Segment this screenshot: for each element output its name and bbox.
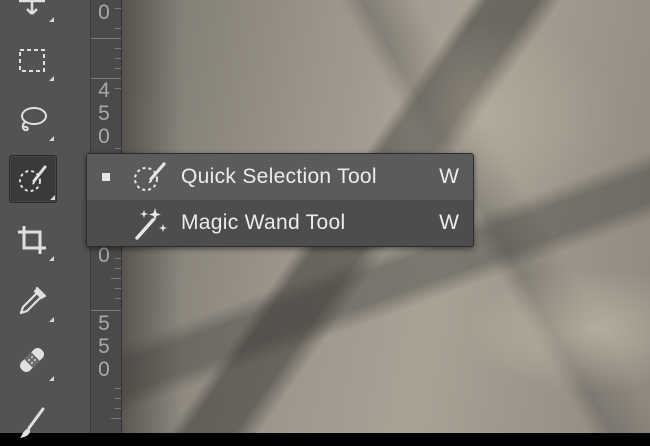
rectangular-marquee-tool-button[interactable] bbox=[9, 37, 55, 83]
lasso-tool-button[interactable] bbox=[9, 97, 55, 143]
ruler-digit: 0 bbox=[98, 244, 110, 267]
quick-selection-tool-button[interactable] bbox=[9, 155, 57, 203]
ruler-tick bbox=[111, 418, 121, 419]
ruler-tick bbox=[115, 298, 121, 299]
submenu-indicator bbox=[49, 17, 54, 22]
ruler-tick bbox=[91, 310, 121, 311]
bandage-icon bbox=[19, 347, 45, 373]
eyedropper-tool-button[interactable] bbox=[9, 278, 55, 324]
selection-tools-flyout-menu: Quick Selection Tool W Magic Wand Tool W bbox=[86, 153, 474, 247]
quick-selection-icon bbox=[134, 162, 166, 191]
ruler-tick bbox=[115, 58, 121, 59]
crop-icon bbox=[18, 226, 46, 254]
menu-item-quick-selection-tool[interactable]: Quick Selection Tool W bbox=[87, 154, 473, 200]
move-icon bbox=[19, 0, 45, 15]
quick-selection-icon bbox=[19, 165, 47, 192]
selected-indicator bbox=[102, 173, 110, 181]
magic-wand-icon bbox=[135, 208, 167, 240]
ruler-digit: 5 bbox=[98, 335, 110, 358]
ruler-tick bbox=[111, 278, 121, 279]
marquee-icon bbox=[19, 49, 45, 72]
submenu-indicator bbox=[49, 317, 54, 322]
submenu-indicator bbox=[49, 256, 54, 261]
ruler-digit: 0 bbox=[98, 358, 110, 381]
healing-brush-tool-button[interactable] bbox=[9, 337, 55, 383]
menu-item-label: Quick Selection Tool bbox=[181, 165, 377, 188]
ruler-digit: 0 bbox=[98, 125, 110, 148]
ruler-tick bbox=[115, 148, 121, 149]
menu-item-label: Magic Wand Tool bbox=[181, 211, 346, 234]
ruler-tick bbox=[91, 38, 121, 39]
ruler-tick bbox=[115, 48, 121, 49]
submenu-indicator bbox=[50, 195, 55, 200]
ruler-tick bbox=[115, 88, 121, 89]
brush-tool-button[interactable] bbox=[9, 400, 55, 446]
ruler-tick bbox=[115, 408, 121, 409]
crop-tool-button[interactable] bbox=[9, 217, 55, 263]
eyedropper-icon bbox=[19, 286, 47, 315]
submenu-indicator bbox=[49, 376, 54, 381]
menu-item-magic-wand-tool[interactable]: Magic Wand Tool W bbox=[87, 200, 473, 246]
ruler-tick bbox=[115, 288, 121, 289]
ruler-digit: 0 bbox=[98, 1, 110, 24]
lasso-icon bbox=[21, 107, 47, 132]
ruler-digit: 5 bbox=[98, 102, 110, 125]
ruler-tick bbox=[115, 398, 121, 399]
ruler-digit: 5 bbox=[98, 312, 110, 335]
submenu-indicator bbox=[49, 136, 54, 141]
ruler-tick bbox=[115, 8, 121, 9]
ruler-tick bbox=[115, 268, 121, 269]
submenu-indicator bbox=[49, 76, 54, 81]
ruler-tick bbox=[115, 68, 121, 69]
ruler-digit: 4 bbox=[98, 79, 110, 102]
menu-item-shortcut: W bbox=[439, 211, 459, 234]
brush-icon bbox=[20, 407, 45, 438]
move-tool-button[interactable] bbox=[9, 0, 55, 24]
ruler-tick bbox=[115, 388, 121, 389]
ruler-tick bbox=[115, 258, 121, 259]
tools-panel bbox=[0, 0, 91, 438]
menu-item-shortcut: W bbox=[439, 165, 459, 188]
ruler-tick bbox=[115, 28, 121, 29]
